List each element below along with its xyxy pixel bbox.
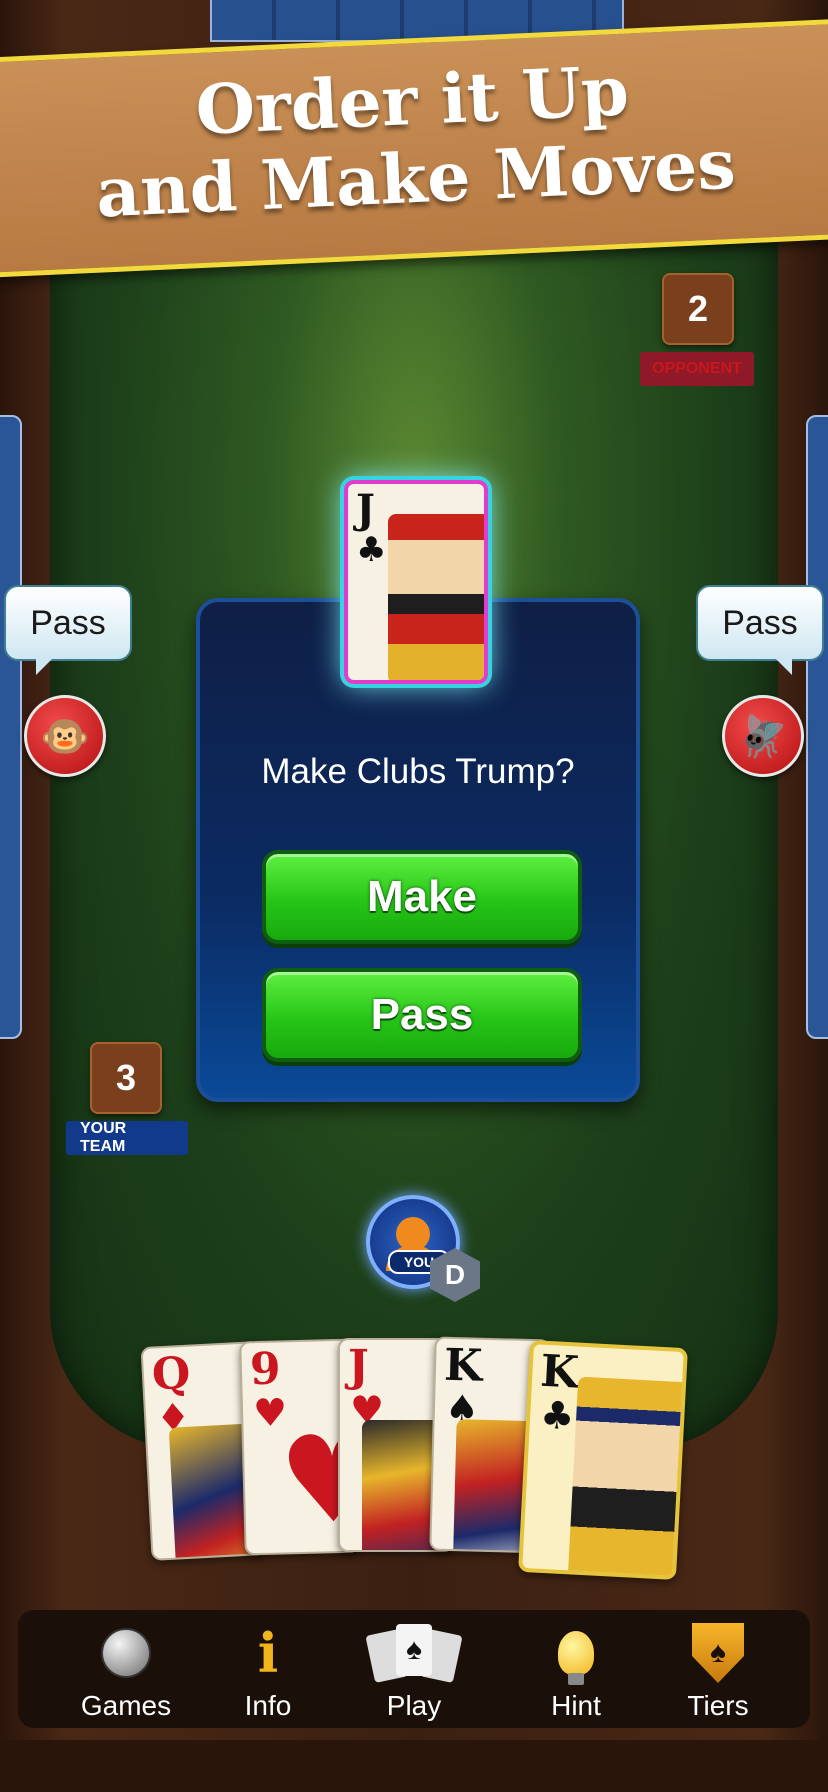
nav-tiers-label: Tiers (687, 1690, 749, 1721)
card-rank: K (443, 1339, 483, 1392)
card-suit: ♣ (539, 1392, 576, 1439)
nav-games-label: Games (80, 1690, 172, 1721)
nav-hint[interactable]: Hint (506, 1610, 646, 1728)
games-icon (100, 1622, 152, 1684)
monkey-icon: 🐵 (40, 714, 90, 759)
bottom-nav: Games i Info ♠ Play Hint ♠ Tiers (18, 1610, 810, 1728)
nav-info-label: Info (244, 1690, 292, 1721)
info-icon: i (257, 1621, 279, 1685)
make-button[interactable]: Make (262, 850, 582, 944)
card-rank: Q (150, 1347, 192, 1401)
king-face-art (567, 1376, 688, 1580)
fly-icon: 🪰 (738, 714, 788, 759)
hand-card-king-clubs[interactable]: K ♣ (518, 1340, 688, 1580)
team-score: 3 (90, 1042, 162, 1114)
card-rank: K (539, 1345, 581, 1399)
trump-card-rank: J (356, 486, 375, 533)
lightbulb-icon (550, 1622, 602, 1685)
left-player-bubble: Pass (4, 585, 132, 675)
nav-games[interactable]: Games (56, 1610, 196, 1728)
nav-tiers[interactable]: ♠ Tiers (648, 1610, 788, 1728)
team-label: YOUR TEAM (66, 1120, 188, 1155)
left-player-cards (0, 415, 22, 1039)
card-rank: J (348, 1341, 369, 1392)
trump-card: J ♣ (344, 480, 488, 684)
left-player-avatar[interactable]: 🐵 (24, 695, 106, 777)
right-player-avatar[interactable]: 🪰 (722, 695, 804, 777)
pass-button[interactable]: Pass (262, 968, 582, 1062)
cards-icon: ♠ (365, 1622, 463, 1684)
jack-face-art (388, 514, 484, 680)
card-rank: 9 (249, 1343, 282, 1396)
opponent-label: OPPONENT (640, 352, 754, 386)
opponent-score: 2 (662, 273, 734, 345)
trump-card-suit: ♣ (356, 530, 387, 570)
trump-question: Make Clubs Trump? (261, 752, 575, 791)
right-player-bubble: Pass (696, 585, 824, 675)
nav-hint-label: Hint (551, 1690, 601, 1721)
nav-play-label: Play (386, 1690, 442, 1721)
shield-spade-icon: ♠ (692, 1622, 744, 1684)
right-player-cards (806, 415, 828, 1039)
bottom-bar-fill (0, 1740, 828, 1792)
nav-info[interactable]: i Info (198, 1610, 338, 1728)
nav-play[interactable]: ♠ Play (344, 1610, 484, 1728)
